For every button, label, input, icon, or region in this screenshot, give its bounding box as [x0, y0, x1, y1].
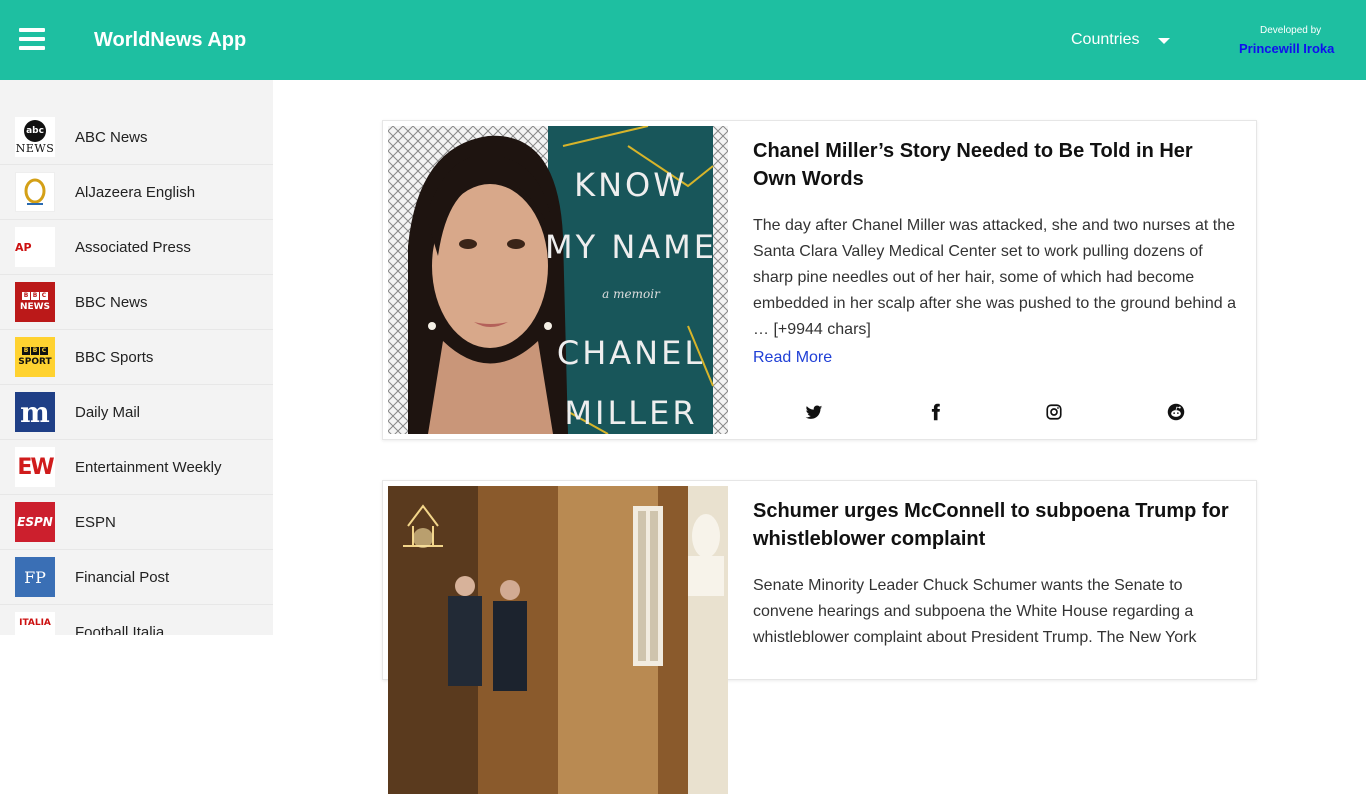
sidebar-item-financial-post[interactable]: FP Financial Post: [0, 550, 273, 605]
sidebar-item-label: ESPN: [75, 513, 116, 531]
svg-text:MILLER: MILLER: [564, 394, 697, 432]
sidebar-item-daily-mail[interactable]: m Daily Mail: [0, 385, 273, 440]
bbc-sport-logo: BBC SPORT: [15, 337, 55, 377]
twitter-icon[interactable]: [805, 403, 825, 423]
source-list: abc NEWS ABC News AlJazeera English AP A…: [0, 80, 273, 635]
sidebar-item-label: Football Italia: [75, 623, 165, 636]
article-description: Senate Minority Leader Chuck Schumer wan…: [753, 577, 1197, 646]
financial-post-logo: FP: [15, 557, 55, 597]
share-bar: [755, 403, 1235, 423]
sidebar-item-entertainment-weekly[interactable]: EW Entertainment Weekly: [0, 440, 273, 495]
daily-mail-logo: m: [15, 392, 55, 432]
sidebar-item-label: Associated Press: [75, 238, 191, 256]
sidebar-item-label: Financial Post: [75, 568, 170, 586]
menu-icon[interactable]: [19, 28, 45, 50]
sidebar-item-label: ABC News: [75, 128, 148, 146]
read-more-link[interactable]: Read More: [753, 349, 832, 367]
sidebar-item-abc-news[interactable]: abc NEWS ABC News: [0, 110, 273, 165]
sidebar-item-aljazeera[interactable]: AlJazeera English: [0, 165, 273, 220]
app-header: WorldNews App Countries Developed by Pri…: [0, 0, 1366, 80]
sidebar-item-label: Daily Mail: [75, 403, 141, 421]
sidebar-item-label: Entertainment Weekly: [75, 458, 222, 476]
svg-text:a memoir: a memoir: [602, 287, 661, 301]
sidebar-item-espn[interactable]: ESPN ESPN: [0, 495, 273, 550]
article-title[interactable]: Schumer urges McConnell to subpoena Trum…: [753, 497, 1236, 553]
espn-logo: ESPN: [15, 502, 55, 542]
article-card: Schumer urges McConnell to subpoena Trum…: [382, 480, 1257, 794]
developer-link[interactable]: Princewill Iroka: [1239, 41, 1334, 56]
article-title[interactable]: Chanel Miller’s Story Needed to Be Told …: [753, 137, 1236, 193]
abc-news-logo: abc NEWS: [15, 117, 55, 157]
sources-sidebar: abc NEWS ABC News AlJazeera English AP A…: [0, 80, 273, 635]
sidebar-item-bbc-sports[interactable]: BBC SPORT BBC Sports: [0, 330, 273, 385]
article-body: Chanel Miller’s Story Needed to Be Told …: [753, 121, 1236, 367]
sidebar-item-label: BBC News: [75, 293, 148, 311]
article-card: KNOW MY NAME a memoir CHANEL MILLER Chan…: [382, 120, 1257, 440]
reddit-icon[interactable]: [1167, 403, 1187, 423]
ew-logo: EW: [15, 447, 55, 487]
svg-text:CHANEL: CHANEL: [557, 334, 705, 372]
countries-dropdown[interactable]: Countries: [1071, 31, 1139, 49]
sidebar-item-label: AlJazeera English: [75, 183, 196, 201]
app-title[interactable]: WorldNews App: [94, 29, 246, 52]
sidebar-item-football-italia[interactable]: ITALIA Football Italia: [0, 605, 273, 635]
sidebar-item-label: BBC Sports: [75, 348, 154, 366]
sidebar-item-bbc-news[interactable]: BBC NEWS BBC News: [0, 275, 273, 330]
article-image[interactable]: KNOW MY NAME a memoir CHANEL MILLER: [388, 126, 728, 434]
svg-text:KNOW: KNOW: [574, 166, 688, 204]
article-body: Schumer urges McConnell to subpoena Trum…: [753, 481, 1236, 651]
facebook-icon[interactable]: [927, 403, 947, 423]
instagram-icon[interactable]: [1045, 403, 1065, 423]
ap-logo: AP: [15, 227, 55, 267]
sidebar-item-associated-press[interactable]: AP Associated Press: [0, 220, 273, 275]
svg-text:MY NAME: MY NAME: [545, 228, 717, 266]
article-description: The day after Chanel Miller was attacked…: [753, 217, 1236, 338]
article-image[interactable]: [388, 486, 728, 794]
bbc-news-logo: BBC NEWS: [15, 282, 55, 322]
developed-by-label: Developed by: [1260, 25, 1322, 36]
football-italia-logo: ITALIA: [15, 612, 55, 635]
chevron-down-icon[interactable]: [1158, 38, 1170, 44]
aljazeera-logo: [15, 172, 55, 212]
